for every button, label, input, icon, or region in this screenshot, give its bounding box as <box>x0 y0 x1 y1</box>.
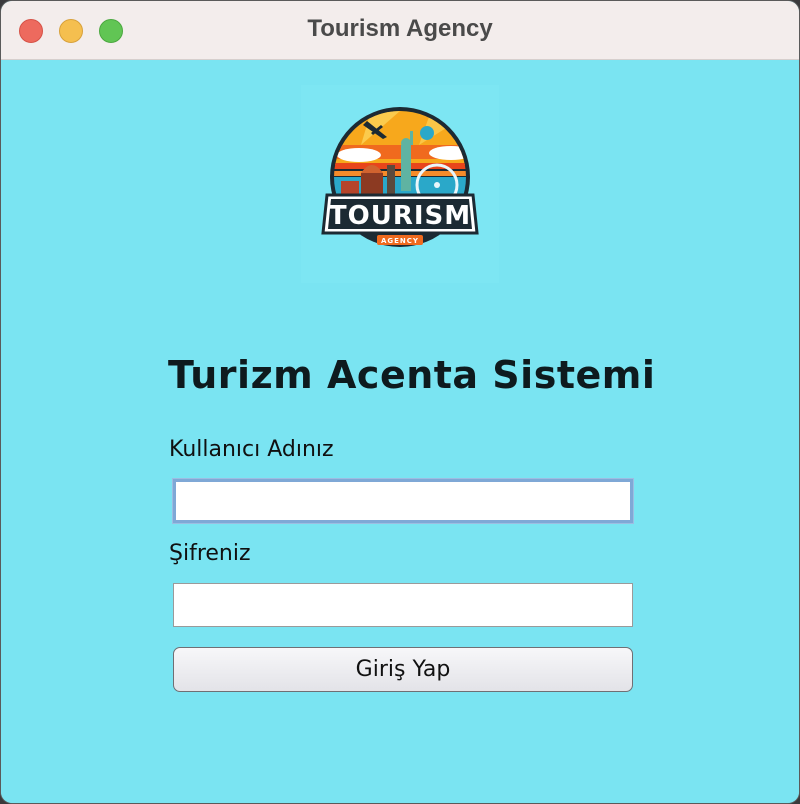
password-label: Şifreniz <box>169 541 251 566</box>
window-title: Tourism Agency <box>307 15 493 42</box>
logo-wordmark: TOURISM <box>329 201 471 231</box>
username-field[interactable] <box>173 479 633 523</box>
login-panel: TOURISM AGENCY Turizm Acenta Sistemi Kul… <box>1 60 799 803</box>
password-field[interactable] <box>173 583 633 627</box>
login-button[interactable]: Giriş Yap <box>173 647 633 692</box>
title-bar[interactable]: Tourism Agency <box>1 1 799 60</box>
tourism-logo: TOURISM AGENCY <box>301 85 499 283</box>
page-title: Turizm Acenta Sistemi <box>168 353 656 397</box>
login-window: Tourism Agency TOURISM AGENCY Turizm Ace… <box>0 0 800 804</box>
username-label: Kullanıcı Adınız <box>169 437 334 462</box>
logo-subtitle: AGENCY <box>381 237 419 245</box>
tourism-logo-icon: TOURISM AGENCY <box>321 107 479 247</box>
